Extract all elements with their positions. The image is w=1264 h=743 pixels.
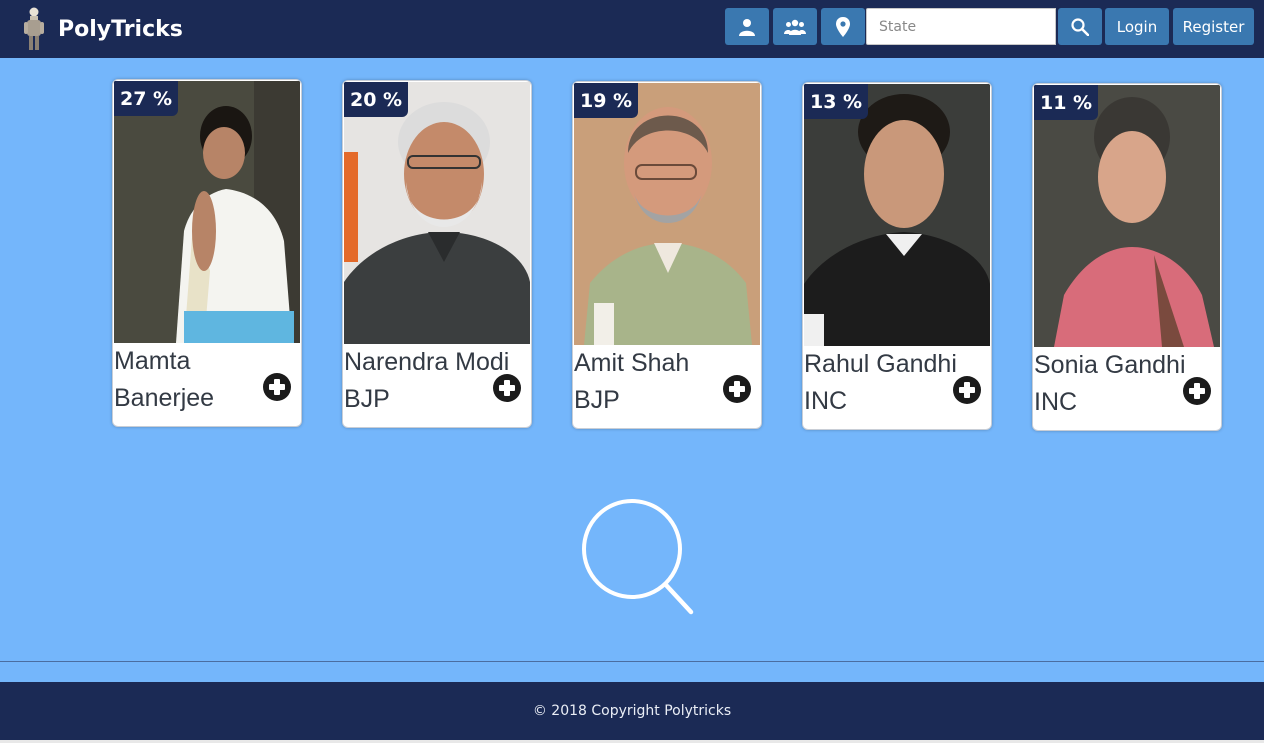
card-body: Rahul Gandhi INC — [803, 346, 991, 429]
footer: © 2018 Copyright Polytricks — [0, 682, 1264, 740]
location-pin-icon — [836, 16, 850, 37]
person-icon — [739, 18, 755, 36]
candidate-portrait — [574, 83, 760, 345]
add-icon[interactable] — [1183, 377, 1211, 405]
login-button[interactable]: Login — [1105, 8, 1169, 45]
candidate-photo: 27 % — [114, 81, 300, 343]
card-body: Narendra Modi BJP — [343, 344, 531, 427]
brand[interactable]: PolyTricks — [22, 6, 183, 52]
candidate-portrait — [804, 84, 990, 346]
location-button[interactable] — [821, 8, 865, 45]
state-input[interactable] — [866, 8, 1056, 45]
candidate-portrait — [1034, 85, 1220, 347]
copyright-text: © 2018 Copyright Polytricks — [532, 703, 732, 719]
vote-percentage: 19 % — [574, 83, 639, 118]
vote-percentage: 13 % — [804, 84, 869, 119]
navbar: PolyTricks Login Register — [0, 0, 1264, 58]
card-body: Sonia Gandhi INC — [1033, 347, 1221, 430]
candidate-button[interactable] — [725, 8, 769, 45]
candidate-photo: 19 % — [574, 83, 760, 345]
group-icon — [784, 19, 806, 35]
candidate-card[interactable]: 19 % Amit Shah BJP — [572, 81, 762, 429]
search-button[interactable] — [1058, 8, 1102, 45]
candidate-portrait — [344, 82, 530, 344]
add-icon[interactable] — [263, 373, 291, 401]
candidate-card[interactable]: 27 % Mamta Banerjee — [112, 79, 302, 427]
vote-percentage: 20 % — [344, 82, 409, 117]
brand-logo-icon — [24, 7, 44, 50]
candidate-photo: 20 % — [344, 82, 530, 344]
vote-percentage: 27 % — [114, 81, 179, 116]
vote-percentage: 11 % — [1034, 85, 1099, 120]
brand-name: PolyTricks — [58, 16, 183, 42]
add-icon[interactable] — [493, 374, 521, 402]
candidate-photo: 11 % — [1034, 85, 1220, 347]
large-search-icon[interactable] — [580, 498, 696, 618]
card-body: Amit Shah BJP — [573, 345, 761, 428]
register-button[interactable]: Register — [1173, 8, 1254, 45]
add-icon[interactable] — [723, 375, 751, 403]
candidate-photo: 13 % — [804, 84, 990, 346]
add-icon[interactable] — [953, 376, 981, 404]
candidate-card[interactable]: 11 % Sonia Gandhi INC — [1032, 83, 1222, 431]
candidate-portrait — [114, 81, 300, 343]
candidate-card[interactable]: 20 % Narendra Modi BJP — [342, 80, 532, 428]
divider — [0, 661, 1264, 662]
search-icon — [1071, 17, 1089, 36]
party-button[interactable] — [773, 8, 817, 45]
card-body: Mamta Banerjee — [113, 343, 301, 426]
candidate-card[interactable]: 13 % Rahul Gandhi INC — [802, 82, 992, 430]
